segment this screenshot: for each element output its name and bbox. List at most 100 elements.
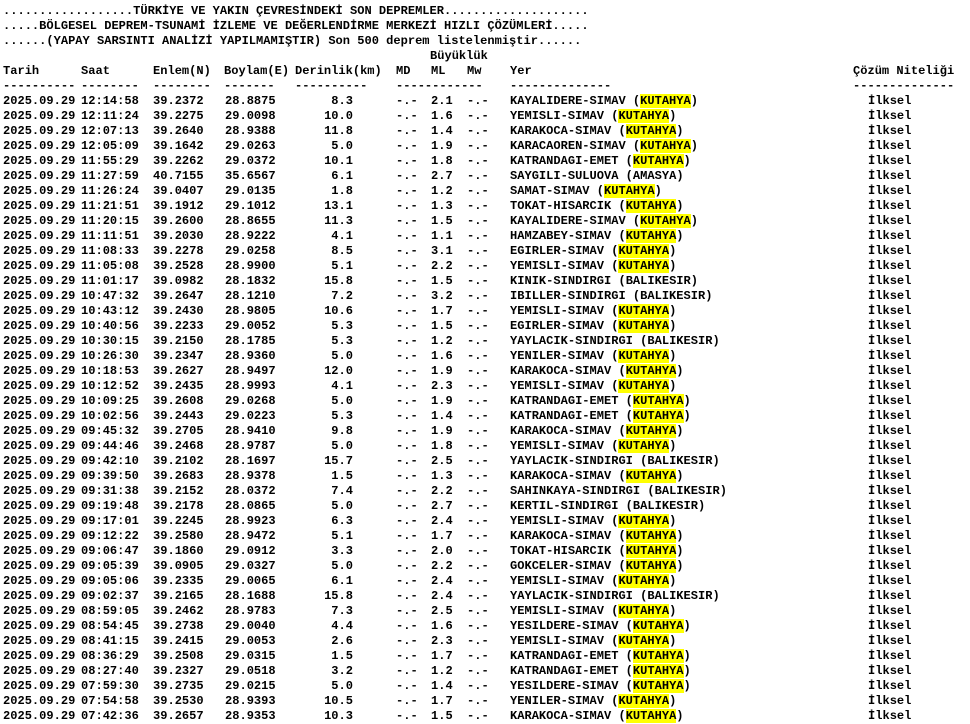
cell-lon: 28.9378 [225, 469, 276, 483]
cell-mw: -.- [467, 619, 489, 633]
cell-mw: -.- [467, 169, 489, 183]
cell-ml: 1.4 [431, 124, 453, 138]
cell-lat: 39.2580 [153, 529, 204, 543]
location-region: KUTAHYA [618, 379, 670, 393]
separator-solution: -------------- [853, 79, 955, 93]
cell-lat: 39.0905 [153, 559, 204, 573]
cell-mw: -.- [467, 574, 489, 588]
cell-time: 09:12:22 [81, 529, 139, 543]
cell-solution: İlksel [868, 604, 912, 618]
cell-mw: -.- [467, 679, 489, 693]
cell-lat: 39.2640 [153, 124, 204, 138]
cell-lon: 28.9222 [225, 229, 276, 243]
cell-date: 2025.09.29 [3, 619, 76, 633]
cell-ml: 1.6 [431, 109, 453, 123]
location-region: KUTAHYA [640, 214, 691, 228]
cell-mw: -.- [467, 634, 489, 648]
cell-lat: 39.2468 [153, 439, 204, 453]
location-place: TOKAT-HISARCIK [510, 544, 612, 558]
cell-md: -.- [396, 124, 418, 138]
cell-date: 2025.09.29 [3, 169, 76, 183]
cell-date: 2025.09.29 [3, 514, 76, 528]
cell-depth: 15.8 [324, 274, 353, 288]
table-row: 2025.09.29 11:26:24 39.0407 29.0135 1.8 -.- 1.… [0, 184, 970, 199]
cell-depth: 10.5 [324, 694, 353, 708]
table-row: 2025.09.29 10:18:53 39.2627 28.9497 12.0 -.- 1… [0, 364, 970, 379]
table-row: 2025.09.29 09:39:50 39.2683 28.9378 1.5 -.- 1.… [0, 469, 970, 484]
cell-lon: 28.0372 [225, 484, 276, 498]
separator-row: ---------- -------- -------- ------- ---… [0, 79, 970, 94]
cell-md: -.- [396, 364, 418, 378]
location-region: KUTAHYA [604, 184, 655, 198]
cell-time: 09:06:47 [81, 544, 139, 558]
cell-depth: 4.1 [331, 229, 353, 243]
location-region: KUTAHYA [618, 634, 670, 648]
table-row: 2025.09.29 11:11:51 39.2030 28.9222 4.1 -.- 1.… [0, 229, 970, 244]
cell-ml: 1.3 [431, 469, 453, 483]
cell-mw: -.- [467, 184, 489, 198]
cell-lat: 39.2627 [153, 364, 204, 378]
cell-md: -.- [396, 349, 418, 363]
cell-mw: -.- [467, 709, 489, 723]
cell-ml: 2.7 [431, 499, 453, 513]
cell-solution: İlksel [868, 349, 912, 363]
cell-lat: 39.2233 [153, 319, 204, 333]
location-region: KUTAHYA [625, 469, 677, 483]
cell-location: YAYLACIK-SINDIRGI (BALIKESIR) [510, 334, 720, 348]
cell-time: 12:11:24 [81, 109, 139, 123]
cell-time: 11:21:51 [81, 199, 139, 213]
location-region: KUTAHYA [625, 364, 677, 378]
location-place: SAHINKAYA-SINDIRGI [510, 484, 641, 498]
cell-md: -.- [396, 109, 418, 123]
cell-lon: 29.1012 [225, 199, 276, 213]
cell-lat: 39.0982 [153, 274, 204, 288]
cell-solution: İlksel [868, 664, 912, 678]
cell-time: 11:08:33 [81, 244, 139, 258]
separator-time: -------- [81, 79, 139, 93]
cell-time: 11:11:51 [81, 229, 139, 243]
cell-ml: 1.4 [431, 409, 453, 423]
cell-lon: 28.9805 [225, 304, 276, 318]
cell-location: YEMISLI-SIMAV (KUTAHYA) [510, 574, 677, 588]
cell-location: YEMISLI-SIMAV (KUTAHYA) [510, 304, 677, 318]
table-row: 2025.09.29 08:54:45 39.2738 29.0040 4.4 -.- 1.… [0, 619, 970, 634]
cell-depth: 8.3 [331, 94, 353, 108]
cell-solution: İlksel [868, 574, 912, 588]
cell-lat: 39.2262 [153, 154, 204, 168]
table-row: 2025.09.29 09:17:01 39.2245 28.9923 6.3 -.- 2.… [0, 514, 970, 529]
cell-time: 10:47:32 [81, 289, 139, 303]
cell-date: 2025.09.29 [3, 664, 76, 678]
separator-depth: ---------- [295, 79, 368, 93]
cell-solution: İlksel [868, 424, 912, 438]
location-place: YAYLACIK-SINDIRGI [510, 454, 633, 468]
cell-md: -.- [396, 274, 418, 288]
cell-lon: 29.0040 [225, 619, 276, 633]
cell-ml: 2.4 [431, 589, 453, 603]
cell-solution: İlksel [868, 184, 912, 198]
cell-time: 09:05:06 [81, 574, 139, 588]
cell-mw: -.- [467, 304, 489, 318]
cell-lon: 28.1697 [225, 454, 276, 468]
cell-time: 10:18:53 [81, 364, 139, 378]
cell-lat: 39.2275 [153, 109, 204, 123]
table-row: 2025.09.29 12:05:09 39.1642 29.0263 5.0 -.- 1.… [0, 139, 970, 154]
location-place: KARAKOCA-SIMAV [510, 469, 612, 483]
cell-time: 09:19:48 [81, 499, 139, 513]
cell-md: -.- [396, 169, 418, 183]
location-place: YENILER-SIMAV [510, 694, 604, 708]
cell-mw: -.- [467, 559, 489, 573]
table-row: 2025.09.29 11:21:51 39.1912 29.1012 13.1 -.- 1… [0, 199, 970, 214]
location-place: KARAKOCA-SIMAV [510, 124, 612, 138]
cell-depth: 6.1 [331, 169, 353, 183]
cell-mw: -.- [467, 394, 489, 408]
cell-md: -.- [396, 379, 418, 393]
cell-depth: 15.7 [324, 454, 353, 468]
location-region: KUTAHYA [618, 304, 670, 318]
cell-date: 2025.09.29 [3, 214, 76, 228]
cell-lat: 39.2435 [153, 379, 204, 393]
cell-md: -.- [396, 289, 418, 303]
col-header-location: Yer [510, 64, 532, 78]
cell-depth: 5.0 [331, 349, 353, 363]
cell-ml: 2.4 [431, 514, 453, 528]
table-row: 2025.09.29 09:12:22 39.2580 28.9472 5.1 -.- 1.… [0, 529, 970, 544]
